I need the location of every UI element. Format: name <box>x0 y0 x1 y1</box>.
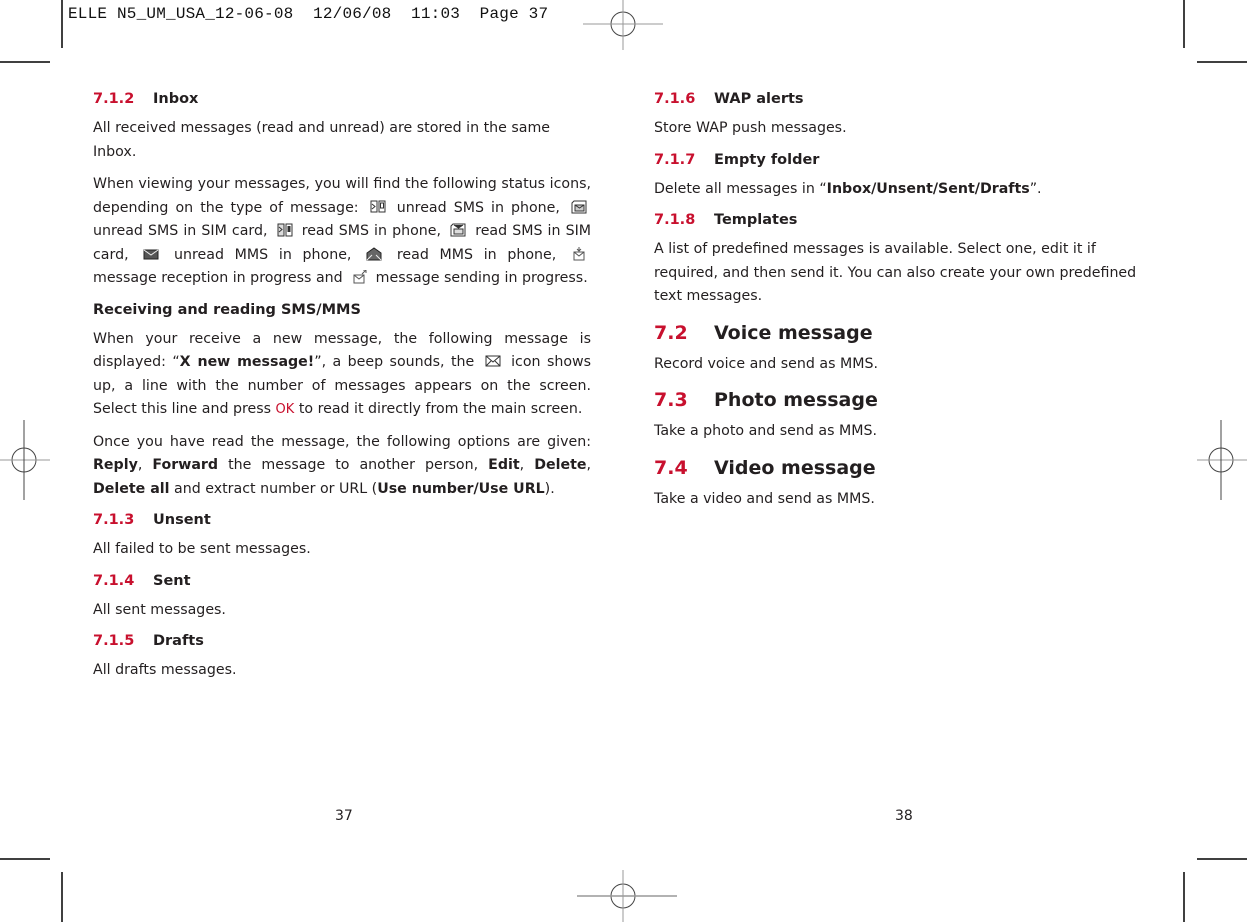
section-number: 7.1.3 <box>93 512 135 528</box>
message-reception-icon <box>573 246 585 260</box>
sent-text: All sent messages. <box>93 601 226 618</box>
section-unsent-heading: 7.1.3 Unsent <box>93 510 591 530</box>
section-title: Templates <box>714 212 798 228</box>
section-number: 7.2 <box>654 321 688 344</box>
unsent-text: All failed to be sent messages. <box>93 541 311 557</box>
section-title: Unsent <box>153 512 211 528</box>
section-title: WAP alerts <box>714 91 804 107</box>
section-title: Photo message <box>714 389 878 411</box>
wap-text: Store WAP push messages. <box>654 120 847 136</box>
section-number: 7.1.8 <box>654 212 696 228</box>
read-sms-sim-icon <box>450 223 466 237</box>
option-use-number-url: Use number/Use URL <box>377 480 545 497</box>
section-wap-heading: 7.1.6 WAP alerts <box>654 89 1154 109</box>
section-drafts-heading: 7.1.5 Drafts <box>93 631 591 651</box>
ok-key: OK <box>275 402 295 417</box>
empty-folder-text: Delete all messages in “Inbox/Unsent/Sen… <box>654 180 1042 197</box>
section-video-heading: 7.4 Video message <box>654 456 1154 480</box>
option-reply: Reply <box>93 457 138 473</box>
section-number: 7.3 <box>654 389 688 411</box>
video-text: Take a video and send as MMS. <box>654 490 875 507</box>
page-number-left: 37 <box>335 808 353 824</box>
section-title: Inbox <box>153 91 199 107</box>
message-sending-icon <box>353 270 367 284</box>
inbox-intro: All received messages (read and unread) … <box>93 120 551 160</box>
section-title: Video message <box>714 456 876 479</box>
options-paragraph: Once you have read the message, the foll… <box>93 433 592 497</box>
section-sent-heading: 7.1.4 Sent <box>93 571 591 591</box>
section-title: Empty folder <box>714 151 820 168</box>
read-sms-phone-icon <box>277 223 293 237</box>
section-empty-folder-heading: 7.1.7 Empty folder <box>654 150 1154 170</box>
new-message-envelope-icon <box>485 355 501 367</box>
right-page-content: 7.1.6 WAP alerts Store WAP push messages.… <box>654 89 1154 520</box>
unread-mms-phone-icon <box>143 249 159 259</box>
section-title: Voice message <box>714 321 873 344</box>
section-photo-heading: 7.3 Photo message <box>654 388 1154 412</box>
section-number: 7.4 <box>654 456 688 479</box>
section-inbox-heading: 7.1.2 Inbox <box>93 89 591 109</box>
section-voice-heading: 7.2 Voice message <box>654 321 1154 345</box>
section-number: 7.1.4 <box>93 572 135 589</box>
templates-text: A list of predefined messages is availab… <box>654 241 1137 304</box>
inbox-status-icons-paragraph: When viewing your messages, you will fin… <box>93 176 592 286</box>
option-edit: Edit <box>488 457 520 473</box>
drafts-text: All drafts messages. <box>93 662 237 678</box>
registration-mark-left <box>0 420 50 500</box>
voice-text: Record voice and send as MMS. <box>654 355 879 372</box>
print-slug: ELLE N5_UM_USA_12-06-08 12/06/08 11:03 P… <box>68 5 549 23</box>
option-delete: Delete <box>534 457 587 473</box>
unread-sms-phone-icon <box>370 200 386 212</box>
option-delete-all: Delete all <box>93 480 170 497</box>
section-number: 7.1.7 <box>654 151 696 168</box>
photo-text: Take a photo and send as MMS. <box>654 423 878 439</box>
receiving-heading: Receiving and reading SMS/MMS <box>93 301 361 318</box>
read-mms-phone-icon <box>366 246 382 260</box>
registration-mark-right <box>1197 420 1247 500</box>
page-number-right: 38 <box>895 808 913 824</box>
section-templates-heading: 7.1.8 Templates <box>654 210 1154 230</box>
left-page-content: 7.1.2 Inbox All received messages (read a… <box>93 89 591 692</box>
registration-mark-bottom <box>577 870 677 922</box>
section-number: 7.1.6 <box>654 91 696 107</box>
registration-mark-top <box>583 0 663 50</box>
section-title: Sent <box>153 572 191 589</box>
option-forward: Forward <box>152 457 219 473</box>
section-title: Drafts <box>153 633 204 649</box>
section-number: 7.1.2 <box>93 91 135 107</box>
unread-sms-sim-icon <box>571 200 587 213</box>
section-number: 7.1.5 <box>93 633 135 649</box>
receiving-paragraph: When your receive a new message, the fol… <box>93 330 592 418</box>
